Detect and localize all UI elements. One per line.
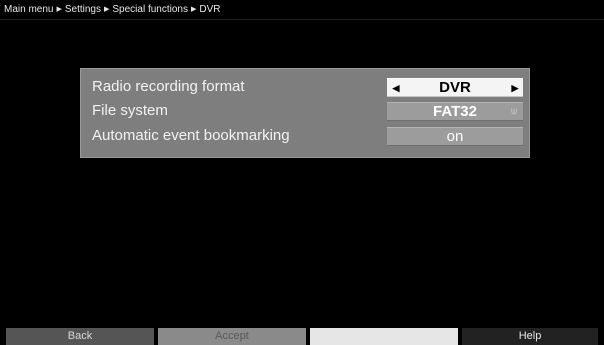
arrow-right-icon[interactable]: ▶	[510, 79, 520, 97]
breadcrumb-settings[interactable]: Settings	[65, 4, 101, 15]
settings-panel: Radio recording format ◀ DVR ▶ File syst…	[80, 68, 530, 158]
setting-row-automatic-event-bookmarking[interactable]: Automatic event bookmarking on	[81, 126, 531, 146]
setting-value: on	[446, 128, 464, 145]
radio-recording-format-selector[interactable]: ◀ DVR ▶	[387, 78, 523, 97]
function-key-bar: Back Accept Help	[0, 328, 604, 345]
breadcrumb-separator-icon: ▶	[56, 6, 62, 13]
automatic-event-bookmarking-value[interactable]: on	[387, 127, 523, 146]
breadcrumb: Main menu ▶ Settings ▶ Special functions ▶ DVR	[4, 3, 221, 17]
setting-value: DVR	[439, 79, 471, 96]
breadcrumb-separator-icon: ▶	[191, 6, 197, 13]
breadcrumb-special-functions[interactable]: Special functions	[112, 4, 188, 15]
yellow-key-button[interactable]	[310, 328, 458, 345]
breadcrumb-separator-icon: ▶	[104, 6, 110, 13]
help-button[interactable]: Help	[462, 328, 598, 345]
setting-row-radio-recording-format[interactable]: Radio recording format ◀ DVR ▶	[81, 77, 531, 97]
header-divider	[0, 19, 604, 20]
lock-icon: ⍦	[511, 106, 517, 117]
dvr-settings-screen: Main menu ▶ Settings ▶ Special functions ▶ DVR…	[0, 0, 604, 345]
setting-label: Radio recording format	[92, 78, 245, 95]
setting-value: FAT32	[433, 103, 477, 120]
breadcrumb-main-menu[interactable]: Main menu	[4, 4, 53, 15]
back-button[interactable]: Back	[6, 328, 154, 345]
file-system-value[interactable]: FAT32 ⍦	[387, 102, 523, 121]
setting-row-file-system[interactable]: File system FAT32 ⍦	[81, 101, 531, 121]
setting-label: File system	[92, 102, 168, 119]
arrow-left-icon[interactable]: ◀	[391, 79, 401, 97]
breadcrumb-dvr: DVR	[199, 4, 221, 15]
accept-button[interactable]: Accept	[158, 328, 306, 345]
setting-label: Automatic event bookmarking	[92, 127, 290, 144]
